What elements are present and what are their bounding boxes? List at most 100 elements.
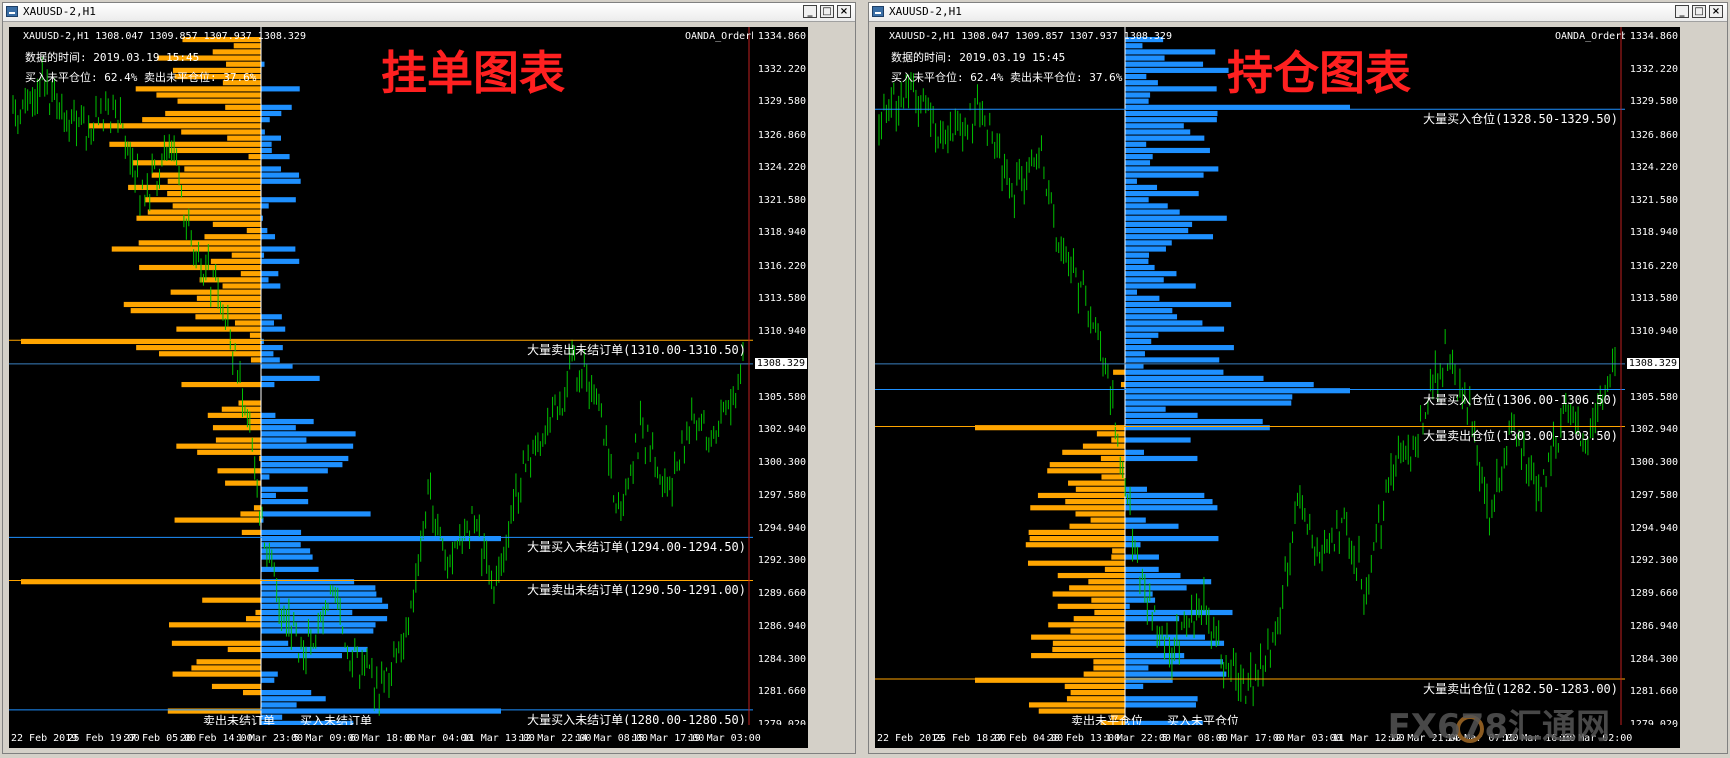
price-tick: 1334.860 <box>1629 31 1678 42</box>
minimize-button[interactable]: _ <box>1675 5 1689 18</box>
price-tick: 1318.940 <box>757 227 806 239</box>
buy-bar <box>1125 258 1149 264</box>
buy-bar <box>1125 505 1218 511</box>
buy-bar <box>1125 702 1196 708</box>
minimize-button[interactable]: _ <box>803 5 817 18</box>
sell-bar <box>159 351 261 357</box>
chart-window-positions[interactable]: XAUUSD-2,H1 _ □ × XAUUSD-2,H1 1308.047 1… <box>868 2 1728 754</box>
level-label: 大量卖出仓位(1282.50-1283.00) <box>1423 682 1618 697</box>
sell-bar <box>1028 702 1125 708</box>
close-button[interactable]: × <box>1709 5 1723 18</box>
buy-bar <box>1125 486 1147 492</box>
buy-bar <box>1125 357 1220 363</box>
chart-area[interactable]: XAUUSD-2,H1 1308.047 1309.857 1307.937 1… <box>875 27 1680 748</box>
price-tick: 1281.660 <box>1629 686 1678 698</box>
buy-bar <box>1125 388 1350 394</box>
sell-bar <box>253 505 261 511</box>
sell-bar <box>1093 665 1125 671</box>
buy-bar <box>261 277 269 283</box>
buy-bar <box>1125 221 1193 227</box>
sell-bar <box>199 277 261 283</box>
buy-bar <box>1125 147 1210 154</box>
buy-bar <box>1125 591 1153 597</box>
buy-bar <box>1125 677 1173 683</box>
sell-bar <box>171 640 261 646</box>
maximize-button[interactable]: □ <box>820 5 834 18</box>
price-tick: 1318.940 <box>1629 227 1678 239</box>
sell-bar <box>132 160 261 166</box>
price-tick: 1324.220 <box>1629 162 1678 174</box>
sell-bar <box>1090 517 1125 523</box>
sell-bar <box>975 425 1125 431</box>
price-tick: 1313.580 <box>1629 293 1678 305</box>
price-tick: 1321.580 <box>1629 194 1678 206</box>
time-tick: 19 Mar 03:00 <box>688 733 761 744</box>
close-button[interactable]: × <box>837 5 851 18</box>
buy-bar <box>1125 499 1213 505</box>
buy-bar <box>261 147 272 154</box>
buy-bar <box>261 61 265 67</box>
price-tick: 1300.300 <box>1629 456 1678 468</box>
sell-bar <box>1111 554 1125 560</box>
buy-bar <box>1125 585 1187 591</box>
sell-bar <box>1052 591 1125 597</box>
sell-bar <box>248 154 261 160</box>
buy-bar <box>1125 141 1147 147</box>
sell-bar <box>109 141 261 147</box>
buy-bar <box>261 345 283 351</box>
buy-bar <box>1125 246 1166 252</box>
buy-bar <box>1125 49 1216 55</box>
buy-bar <box>1125 191 1199 197</box>
time-axis: 22 Feb 2019 25 Feb 19:00 27 Feb 05:00 28 Fe… <box>9 725 808 748</box>
price-tick: 1326.860 <box>757 129 806 141</box>
sell-bar <box>1082 443 1125 449</box>
sell-bar <box>1064 683 1125 690</box>
price-tick: 1321.580 <box>757 194 806 206</box>
buy-bar <box>261 141 272 147</box>
buy-bar <box>261 640 289 646</box>
buy-bar <box>261 129 265 135</box>
chart-big-title: 挂单图表 <box>381 46 565 100</box>
buy-bar <box>261 548 311 554</box>
sell-bar <box>225 104 261 110</box>
buy-bar <box>261 492 276 499</box>
price-tick: 1316.220 <box>1629 260 1678 272</box>
sell-bar <box>246 227 261 234</box>
buy-bar <box>261 554 313 560</box>
buy-bar <box>1125 73 1147 80</box>
buy-bar <box>1125 117 1217 123</box>
sell-bar <box>238 400 261 406</box>
sell-bar <box>1073 616 1125 622</box>
chart-window-orders[interactable]: XAUUSD-2,H1 _ □ × XAUUSD-2,H1 1308.047 1… <box>2 2 856 754</box>
level-label: 大量买入仓位(1328.50-1329.50) <box>1423 112 1618 127</box>
chart-header: XAUUSD-2,H1 1308.047 1309.857 1307.937 1… <box>23 31 306 42</box>
sell-bar <box>975 677 1125 683</box>
buy-bar <box>1125 98 1149 104</box>
window-titlebar[interactable]: XAUUSD-2,H1 _ □ × <box>3 3 855 22</box>
buy-bar <box>261 696 326 702</box>
buy-bar <box>261 166 281 172</box>
buy-bar <box>1125 215 1227 221</box>
position-ratio-label: 买入未平仓位: 62.4% 卖出未平仓位: 37.6% <box>891 71 1123 84</box>
buy-bar <box>261 234 276 240</box>
buy-bar <box>1125 320 1203 326</box>
buy-bar <box>1125 653 1185 659</box>
watermark: FX678汇通网 <box>1387 707 1610 747</box>
sell-bar <box>169 622 261 628</box>
buy-bar <box>261 443 354 449</box>
window-titlebar[interactable]: XAUUSD-2,H1 _ □ × <box>869 3 1727 22</box>
buy-bar <box>1125 683 1144 690</box>
sell-bar <box>255 609 261 616</box>
sell-bar <box>1052 646 1125 653</box>
buy-bar <box>261 381 275 388</box>
buy-bar <box>261 271 279 277</box>
chart-area[interactable]: XAUUSD-2,H1 1308.047 1309.857 1307.937 1… <box>9 27 808 748</box>
buy-bar <box>261 609 353 616</box>
sell-bar <box>169 147 261 154</box>
buy-bar <box>1125 308 1173 314</box>
price-tick: 1310.940 <box>1629 325 1678 337</box>
sell-bar <box>197 449 261 455</box>
buy-bar <box>261 86 300 92</box>
buy-bar <box>261 425 296 431</box>
maximize-button[interactable]: □ <box>1692 5 1706 18</box>
